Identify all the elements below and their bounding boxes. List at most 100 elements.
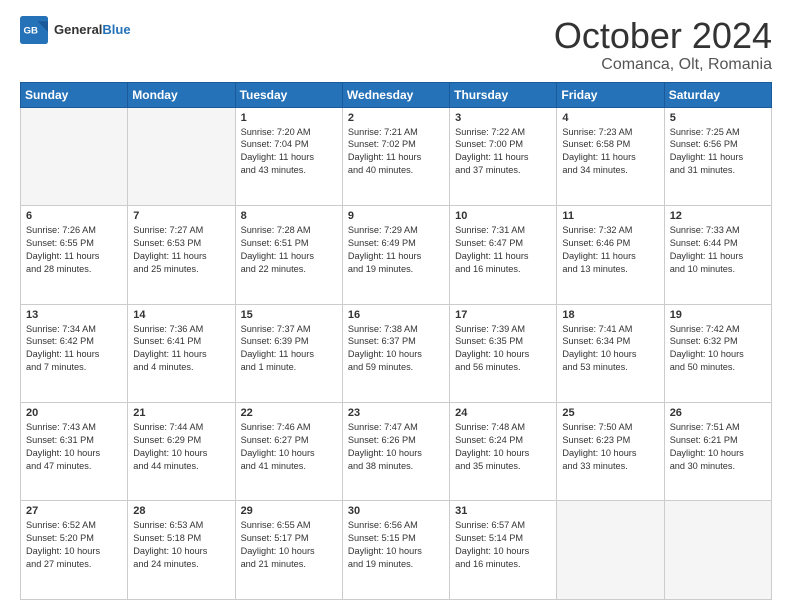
- day-info: Sunrise: 7:22 AM Sunset: 7:00 PM Dayligh…: [455, 126, 551, 178]
- day-number: 12: [670, 210, 766, 222]
- day-info: Sunrise: 6:53 AM Sunset: 5:18 PM Dayligh…: [133, 519, 229, 571]
- day-info: Sunrise: 7:26 AM Sunset: 6:55 PM Dayligh…: [26, 224, 122, 276]
- table-row: 23 Sunrise: 7:47 AM Sunset: 6:26 PM Dayli…: [342, 403, 449, 501]
- day-number: 10: [455, 210, 551, 222]
- day-number: 22: [241, 407, 337, 419]
- day-number: 31: [455, 505, 551, 517]
- calendar-week-row: 13 Sunrise: 7:34 AM Sunset: 6:42 PM Dayli…: [21, 304, 772, 402]
- day-info: Sunrise: 6:55 AM Sunset: 5:17 PM Dayligh…: [241, 519, 337, 571]
- table-row: 26 Sunrise: 7:51 AM Sunset: 6:21 PM Dayli…: [664, 403, 771, 501]
- col-thursday: Thursday: [450, 82, 557, 107]
- day-info: Sunrise: 7:33 AM Sunset: 6:44 PM Dayligh…: [670, 224, 766, 276]
- calendar-week-row: 20 Sunrise: 7:43 AM Sunset: 6:31 PM Dayli…: [21, 403, 772, 501]
- day-number: 23: [348, 407, 444, 419]
- day-number: 17: [455, 309, 551, 321]
- table-row: 27 Sunrise: 6:52 AM Sunset: 5:20 PM Dayli…: [21, 501, 128, 600]
- day-info: Sunrise: 7:47 AM Sunset: 6:26 PM Dayligh…: [348, 421, 444, 473]
- day-number: 7: [133, 210, 229, 222]
- table-row: [557, 501, 664, 600]
- day-number: 19: [670, 309, 766, 321]
- day-info: Sunrise: 6:56 AM Sunset: 5:15 PM Dayligh…: [348, 519, 444, 571]
- day-number: 29: [241, 505, 337, 517]
- day-info: Sunrise: 7:20 AM Sunset: 7:04 PM Dayligh…: [241, 126, 337, 178]
- day-info: Sunrise: 7:25 AM Sunset: 6:56 PM Dayligh…: [670, 126, 766, 178]
- table-row: [664, 501, 771, 600]
- day-info: Sunrise: 7:31 AM Sunset: 6:47 PM Dayligh…: [455, 224, 551, 276]
- day-info: Sunrise: 7:38 AM Sunset: 6:37 PM Dayligh…: [348, 323, 444, 375]
- day-info: Sunrise: 7:46 AM Sunset: 6:27 PM Dayligh…: [241, 421, 337, 473]
- day-number: 4: [562, 112, 658, 124]
- day-number: 27: [26, 505, 122, 517]
- day-number: 8: [241, 210, 337, 222]
- day-info: Sunrise: 7:27 AM Sunset: 6:53 PM Dayligh…: [133, 224, 229, 276]
- day-number: 28: [133, 505, 229, 517]
- col-saturday: Saturday: [664, 82, 771, 107]
- day-info: Sunrise: 7:42 AM Sunset: 6:32 PM Dayligh…: [670, 323, 766, 375]
- day-number: 5: [670, 112, 766, 124]
- location: Comanca, Olt, Romania: [554, 56, 772, 74]
- day-number: 15: [241, 309, 337, 321]
- title-block: October 2024 Comanca, Olt, Romania: [554, 16, 772, 74]
- table-row: 6 Sunrise: 7:26 AM Sunset: 6:55 PM Daylig…: [21, 206, 128, 304]
- day-number: 26: [670, 407, 766, 419]
- table-row: 29 Sunrise: 6:55 AM Sunset: 5:17 PM Dayli…: [235, 501, 342, 600]
- table-row: [21, 107, 128, 205]
- day-info: Sunrise: 7:41 AM Sunset: 6:34 PM Dayligh…: [562, 323, 658, 375]
- logo: GB GeneralBlue: [20, 16, 131, 44]
- calendar-table: Sunday Monday Tuesday Wednesday Thursday…: [20, 82, 772, 600]
- day-number: 6: [26, 210, 122, 222]
- table-row: 28 Sunrise: 6:53 AM Sunset: 5:18 PM Dayli…: [128, 501, 235, 600]
- table-row: 24 Sunrise: 7:48 AM Sunset: 6:24 PM Dayli…: [450, 403, 557, 501]
- table-row: 11 Sunrise: 7:32 AM Sunset: 6:46 PM Dayli…: [557, 206, 664, 304]
- day-info: Sunrise: 7:51 AM Sunset: 6:21 PM Dayligh…: [670, 421, 766, 473]
- day-number: 1: [241, 112, 337, 124]
- table-row: 15Sunrise: 7:37 AM Sunset: 6:39 PM Dayli…: [235, 304, 342, 402]
- table-row: 30Sunrise: 6:56 AM Sunset: 5:15 PM Dayli…: [342, 501, 449, 600]
- logo-blue: Blue: [102, 22, 130, 37]
- logo-general: General: [54, 22, 102, 37]
- table-row: 1 Sunrise: 7:20 AM Sunset: 7:04 PM Daylig…: [235, 107, 342, 205]
- table-row: 4Sunrise: 7:23 AM Sunset: 6:58 PM Daylig…: [557, 107, 664, 205]
- table-row: 19 Sunrise: 7:42 AM Sunset: 6:32 PM Dayli…: [664, 304, 771, 402]
- table-row: 13 Sunrise: 7:34 AM Sunset: 6:42 PM Dayli…: [21, 304, 128, 402]
- table-row: 2 Sunrise: 7:21 AM Sunset: 7:02 PM Daylig…: [342, 107, 449, 205]
- day-number: 16: [348, 309, 444, 321]
- day-number: 20: [26, 407, 122, 419]
- table-row: 7 Sunrise: 7:27 AM Sunset: 6:53 PM Daylig…: [128, 206, 235, 304]
- table-row: 21Sunrise: 7:44 AM Sunset: 6:29 PM Dayli…: [128, 403, 235, 501]
- day-info: Sunrise: 6:52 AM Sunset: 5:20 PM Dayligh…: [26, 519, 122, 571]
- table-row: 31Sunrise: 6:57 AM Sunset: 5:14 PM Dayli…: [450, 501, 557, 600]
- day-number: 9: [348, 210, 444, 222]
- day-number: 3: [455, 112, 551, 124]
- day-info: Sunrise: 7:32 AM Sunset: 6:46 PM Dayligh…: [562, 224, 658, 276]
- day-info: Sunrise: 7:44 AM Sunset: 6:29 PM Dayligh…: [133, 421, 229, 473]
- day-info: Sunrise: 7:21 AM Sunset: 7:02 PM Dayligh…: [348, 126, 444, 178]
- col-tuesday: Tuesday: [235, 82, 342, 107]
- svg-text:GB: GB: [24, 26, 38, 37]
- day-number: 13: [26, 309, 122, 321]
- table-row: 8Sunrise: 7:28 AM Sunset: 6:51 PM Daylig…: [235, 206, 342, 304]
- table-row: 25Sunrise: 7:50 AM Sunset: 6:23 PM Dayli…: [557, 403, 664, 501]
- day-info: Sunrise: 7:48 AM Sunset: 6:24 PM Dayligh…: [455, 421, 551, 473]
- day-info: Sunrise: 7:39 AM Sunset: 6:35 PM Dayligh…: [455, 323, 551, 375]
- table-row: 9Sunrise: 7:29 AM Sunset: 6:49 PM Daylig…: [342, 206, 449, 304]
- logo-icon: GB: [20, 16, 48, 44]
- day-info: Sunrise: 7:34 AM Sunset: 6:42 PM Dayligh…: [26, 323, 122, 375]
- day-info: Sunrise: 7:50 AM Sunset: 6:23 PM Dayligh…: [562, 421, 658, 473]
- page: GB GeneralBlue October 2024 Comanca, Olt…: [0, 0, 792, 612]
- table-row: 17 Sunrise: 7:39 AM Sunset: 6:35 PM Dayli…: [450, 304, 557, 402]
- header: GB GeneralBlue October 2024 Comanca, Olt…: [20, 16, 772, 74]
- table-row: 12 Sunrise: 7:33 AM Sunset: 6:44 PM Dayli…: [664, 206, 771, 304]
- table-row: 14Sunrise: 7:36 AM Sunset: 6:41 PM Dayli…: [128, 304, 235, 402]
- table-row: 5 Sunrise: 7:25 AM Sunset: 6:56 PM Daylig…: [664, 107, 771, 205]
- day-info: Sunrise: 7:43 AM Sunset: 6:31 PM Dayligh…: [26, 421, 122, 473]
- day-number: 2: [348, 112, 444, 124]
- calendar-week-row: 1 Sunrise: 7:20 AM Sunset: 7:04 PM Daylig…: [21, 107, 772, 205]
- day-number: 18: [562, 309, 658, 321]
- month-title: October 2024: [554, 16, 772, 56]
- day-number: 11: [562, 210, 658, 222]
- col-wednesday: Wednesday: [342, 82, 449, 107]
- table-row: 20 Sunrise: 7:43 AM Sunset: 6:31 PM Dayli…: [21, 403, 128, 501]
- day-number: 24: [455, 407, 551, 419]
- table-row: 22 Sunrise: 7:46 AM Sunset: 6:27 PM Dayli…: [235, 403, 342, 501]
